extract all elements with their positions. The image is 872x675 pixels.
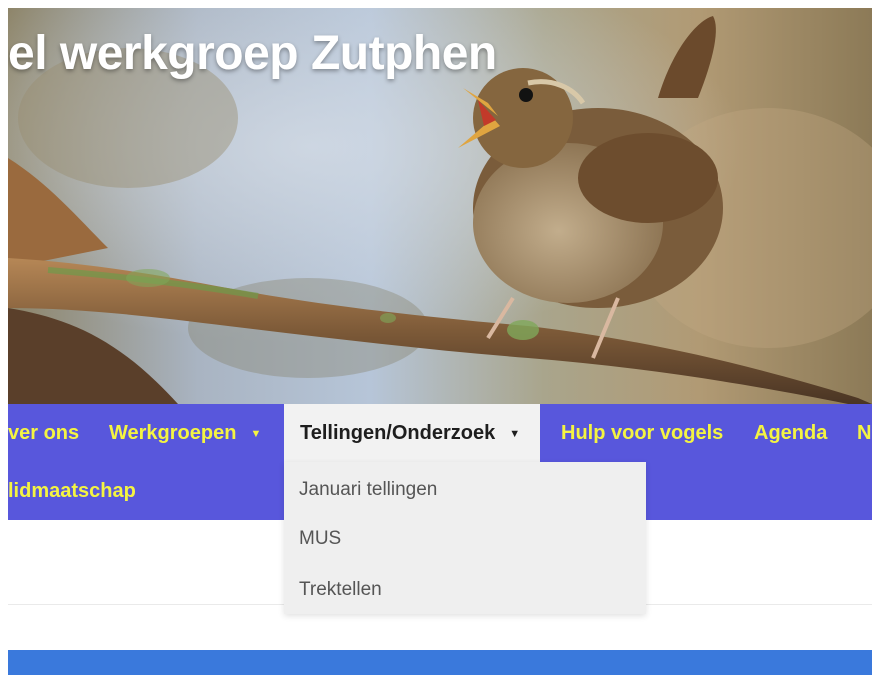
nav-item-label: Hulp voor vogels — [561, 422, 724, 444]
nav-item-label: Agenda — [754, 422, 828, 444]
hero-banner: el werkgroep Zutphen — [8, 8, 872, 404]
nav-item-agenda[interactable]: Agenda — [754, 404, 827, 462]
nav-item-werkgroepen[interactable]: Werkgroepen ▼ — [109, 404, 261, 462]
site-title: el werkgroep Zutphen — [8, 27, 497, 80]
nav-item-n[interactable]: N — [857, 404, 871, 462]
dropdown-item-januari-tellingen[interactable]: Januari tellingen — [299, 479, 437, 501]
caret-down-icon: ▼ — [250, 428, 262, 440]
nav-item-lidmaatschap[interactable]: lidmaatschap — [8, 462, 136, 520]
nav-item-label: ver ons — [8, 422, 80, 444]
dropdown-item-mus[interactable]: MUS — [299, 528, 341, 550]
nav-item-over-ons[interactable]: ver ons — [8, 404, 79, 462]
nav-item-label: Tellingen/Onderzoek — [300, 422, 496, 444]
nav-item-label: N — [857, 422, 872, 444]
nav-item-label: Werkgroepen — [109, 422, 237, 444]
nav-item-tellingen-onderzoek[interactable]: Tellingen/Onderzoek ▼ — [284, 404, 541, 462]
dropdown-item-trektellen[interactable]: Trektellen — [299, 579, 382, 601]
nav-item-hulp-voor-vogels[interactable]: Hulp voor vogels — [561, 404, 723, 462]
nav-item-label: lidmaatschap — [8, 480, 136, 502]
tellingen-dropdown-menu: Januari tellingen MUS Trektellen — [284, 462, 646, 614]
footer-bar — [8, 650, 872, 675]
page-frame: el werkgroep Zutphen ver ons Werkgroepen… — [8, 8, 872, 675]
caret-down-icon: ▼ — [509, 428, 521, 440]
